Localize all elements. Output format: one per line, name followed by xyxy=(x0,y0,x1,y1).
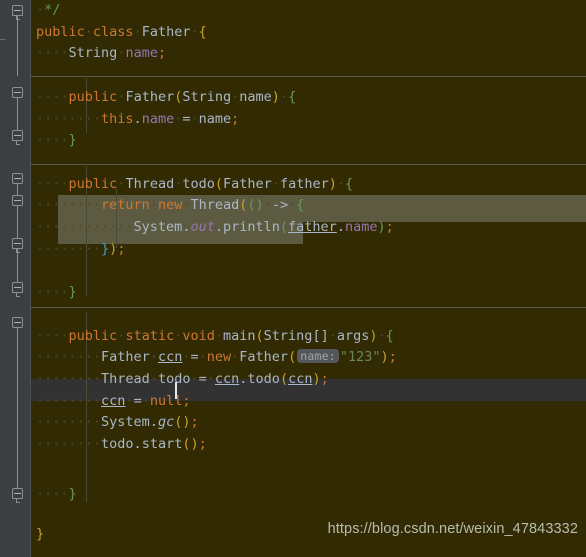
fold-marker-constructor-end[interactable] xyxy=(12,130,23,145)
code-line-9[interactable]: ····public·Thread·todo(Father·father)·{ xyxy=(31,174,586,196)
code-line-1-text: ·*/ xyxy=(36,2,61,18)
code-line-3-text: ····String·name; xyxy=(36,45,167,62)
code-line-13[interactable] xyxy=(31,260,586,282)
code-line-16[interactable]: ····public·static·void·main(String[]·arg… xyxy=(31,326,586,348)
code-line-20[interactable]: ········System.gc(); xyxy=(31,412,586,434)
fold-tail-todo xyxy=(17,184,18,195)
code-line-17-text: ········Father·ccn·=·new·Father(name: "12… xyxy=(36,349,397,366)
gutter-edge-divider xyxy=(30,0,31,557)
fold-marker-lambda-end[interactable] xyxy=(12,238,23,253)
code-line-5[interactable]: ····public·Father(String·name)·{ xyxy=(31,87,586,109)
gutter-left-stub xyxy=(0,39,5,40)
fold-marker-lambda[interactable] xyxy=(12,195,23,206)
code-line-21-text: ········todo.start(); xyxy=(36,436,207,452)
method-separator-main xyxy=(31,307,586,308)
parameter-hint-badge: name: xyxy=(297,349,339,364)
code-line-10-text: ········return·new·Thread(()·->·{ xyxy=(36,197,305,214)
code-line-16-text: ····public·static·void·main(String[]·arg… xyxy=(36,327,394,344)
code-line-2[interactable]: public·class·Father·{ xyxy=(31,22,586,44)
code-line-26-text: } xyxy=(36,526,45,542)
code-line-18[interactable]: ········Thread·todo·=·ccn.todo(ccn); xyxy=(31,369,586,391)
fold-tail-main xyxy=(17,328,18,488)
fold-marker-comment[interactable] xyxy=(12,5,23,20)
editor-gutter[interactable] xyxy=(0,0,30,557)
code-line-1[interactable]: ·*/ xyxy=(31,0,586,22)
code-line-6[interactable]: ········this.name·=·name; xyxy=(31,109,586,131)
watermark-text: https://blog.csdn.net/weixin_47843332 xyxy=(327,521,578,538)
code-line-17[interactable]: ········Father·ccn·=·new·Father(name: "12… xyxy=(31,347,586,369)
fold-tail-class xyxy=(17,16,18,76)
code-editor-window[interactable]: ·*/ public·class·Father·{ ····String·nam… xyxy=(0,0,586,557)
code-text-area[interactable]: ·*/ public·class·Father·{ ····String·nam… xyxy=(0,0,586,557)
text-caret xyxy=(175,382,177,399)
code-line-19[interactable]: ········ccn·=·null; xyxy=(31,391,586,413)
method-separator-constructor xyxy=(31,76,586,77)
code-line-20-text: ········System.gc(); xyxy=(36,414,199,431)
code-line-12[interactable]: ········}); xyxy=(31,239,586,261)
fold-tail-lambda xyxy=(17,206,18,238)
code-line-14[interactable]: ····} xyxy=(31,282,586,304)
code-line-9-text: ····public·Thread·todo(Father·father)·{ xyxy=(36,175,354,192)
code-line-3[interactable]: ····String·name; xyxy=(31,43,586,65)
code-line-6-text: ········this.name·=·name; xyxy=(36,110,240,127)
code-line-11-text: ············System.out.println(father.na… xyxy=(36,219,394,235)
code-line-2-text: public·class·Father·{ xyxy=(36,23,207,40)
code-line-5-text: ····public·Father(String·name)·{ xyxy=(36,88,297,105)
code-line-21[interactable]: ········todo.start(); xyxy=(31,434,586,456)
code-line-12-text: ········}); xyxy=(36,240,126,257)
fold-marker-todo-end[interactable] xyxy=(12,282,23,297)
string-literal-123: "123" xyxy=(339,349,381,366)
code-line-7-text: ····} xyxy=(36,132,77,149)
fold-marker-todo-method[interactable] xyxy=(12,173,23,184)
fold-tail-constructor xyxy=(17,98,18,130)
code-line-24[interactable]: ····} xyxy=(31,484,586,506)
code-line-22[interactable] xyxy=(31,456,586,478)
code-line-18-text: ········Thread·todo·=·ccn.todo(ccn); xyxy=(36,370,329,387)
code-line-8[interactable] xyxy=(31,152,586,174)
code-line-24-text: ····} xyxy=(36,486,77,502)
code-line-7[interactable]: ····} xyxy=(31,130,586,152)
fold-marker-main-end[interactable] xyxy=(12,488,23,503)
fold-marker-constructor[interactable] xyxy=(12,87,23,98)
code-line-19-text: ········ccn·=·null; xyxy=(36,392,191,409)
code-line-14-text: ····} xyxy=(36,284,77,301)
method-separator-todo xyxy=(31,164,586,165)
fold-marker-main-method[interactable] xyxy=(12,317,23,328)
